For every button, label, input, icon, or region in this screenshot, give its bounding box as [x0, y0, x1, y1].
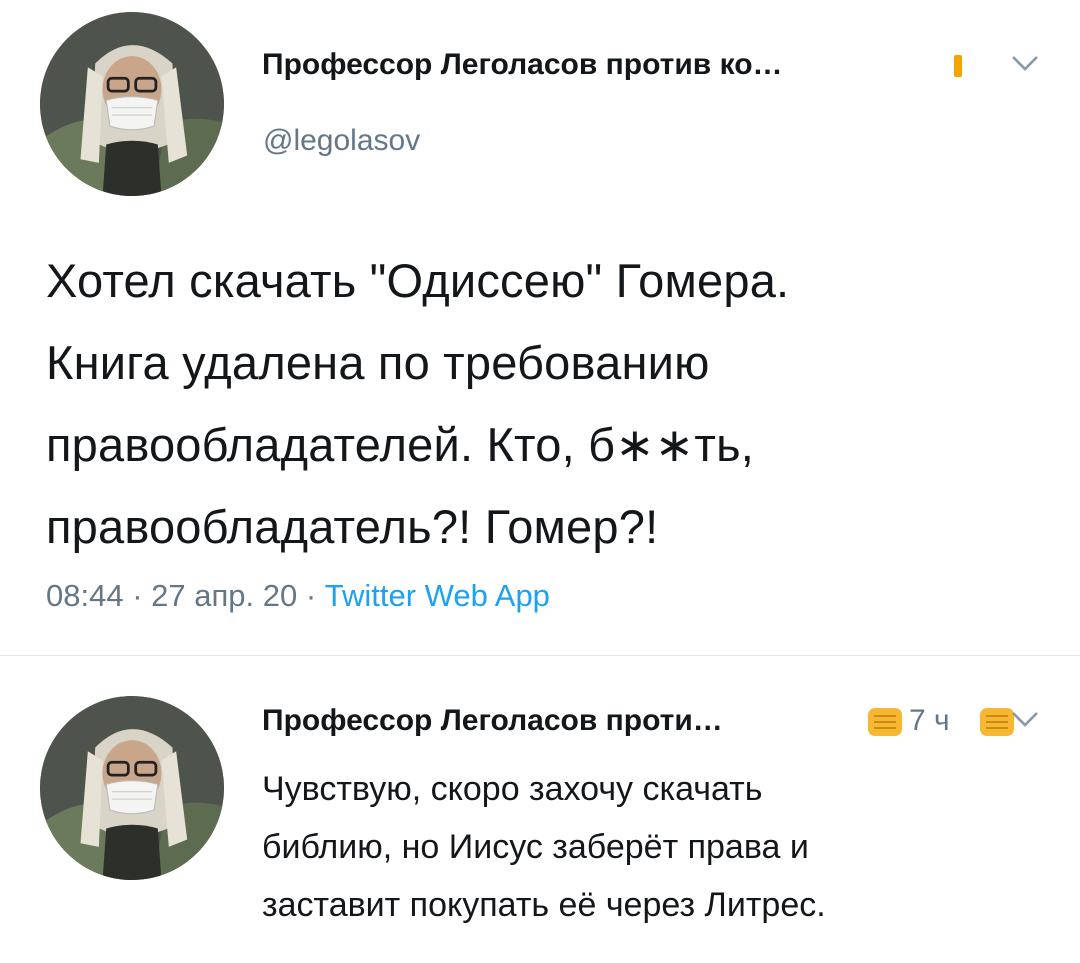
tweet-text: Хотел скачать "Одиссею" Гомера. Книга уд…	[46, 240, 1056, 568]
tweet-meta: 08:44 · 27 апр. 20 · Twitter Web App	[46, 578, 550, 614]
fist-emoji-icon	[868, 708, 902, 736]
reply-text-line: библию, но Иисус заберёт права и	[262, 828, 809, 866]
chevron-down-icon[interactable]	[1010, 708, 1040, 730]
avatar[interactable]	[40, 12, 224, 196]
tweet-date[interactable]: 27 апр. 20	[151, 578, 297, 613]
tweet-source-link[interactable]: Twitter Web App	[325, 578, 550, 613]
masked-man-avatar-image	[40, 12, 224, 196]
author-name[interactable]: Профессор Леголасов против ко…	[262, 48, 783, 82]
author-handle[interactable]: @legolasov	[263, 124, 420, 158]
chevron-down-icon[interactable]	[1010, 52, 1040, 74]
masked-man-avatar-image	[40, 696, 224, 880]
divider	[0, 655, 1080, 656]
reply-text: Чувствую, скоро захочу скачать библию, н…	[262, 760, 1062, 934]
avatar[interactable]	[40, 696, 224, 880]
separator: ·	[123, 578, 152, 613]
fist-emoji-icon	[980, 708, 1014, 736]
reply-text-line: заставит покупать её через Литрес.	[262, 886, 826, 924]
separator: ·	[297, 578, 325, 613]
tweet-time[interactable]: 08:44	[46, 578, 124, 613]
tweet-text-line: правообладатель?! Гомер?!	[46, 500, 659, 553]
reply-text-line: Чувствую, скоро захочу скачать	[262, 770, 763, 808]
tweet-text-line: Книга удалена по требованию	[46, 336, 710, 389]
reply-time[interactable]: 7 ч	[909, 704, 950, 738]
tweet-text-line: Хотел скачать "Одиссею" Гомера.	[46, 254, 790, 307]
tweet-text-line: правообладателей. Кто, б∗∗ть,	[46, 418, 755, 471]
emoji-icon	[954, 55, 962, 77]
reply-author-name[interactable]: Профессор Леголасов проти…	[262, 704, 723, 738]
